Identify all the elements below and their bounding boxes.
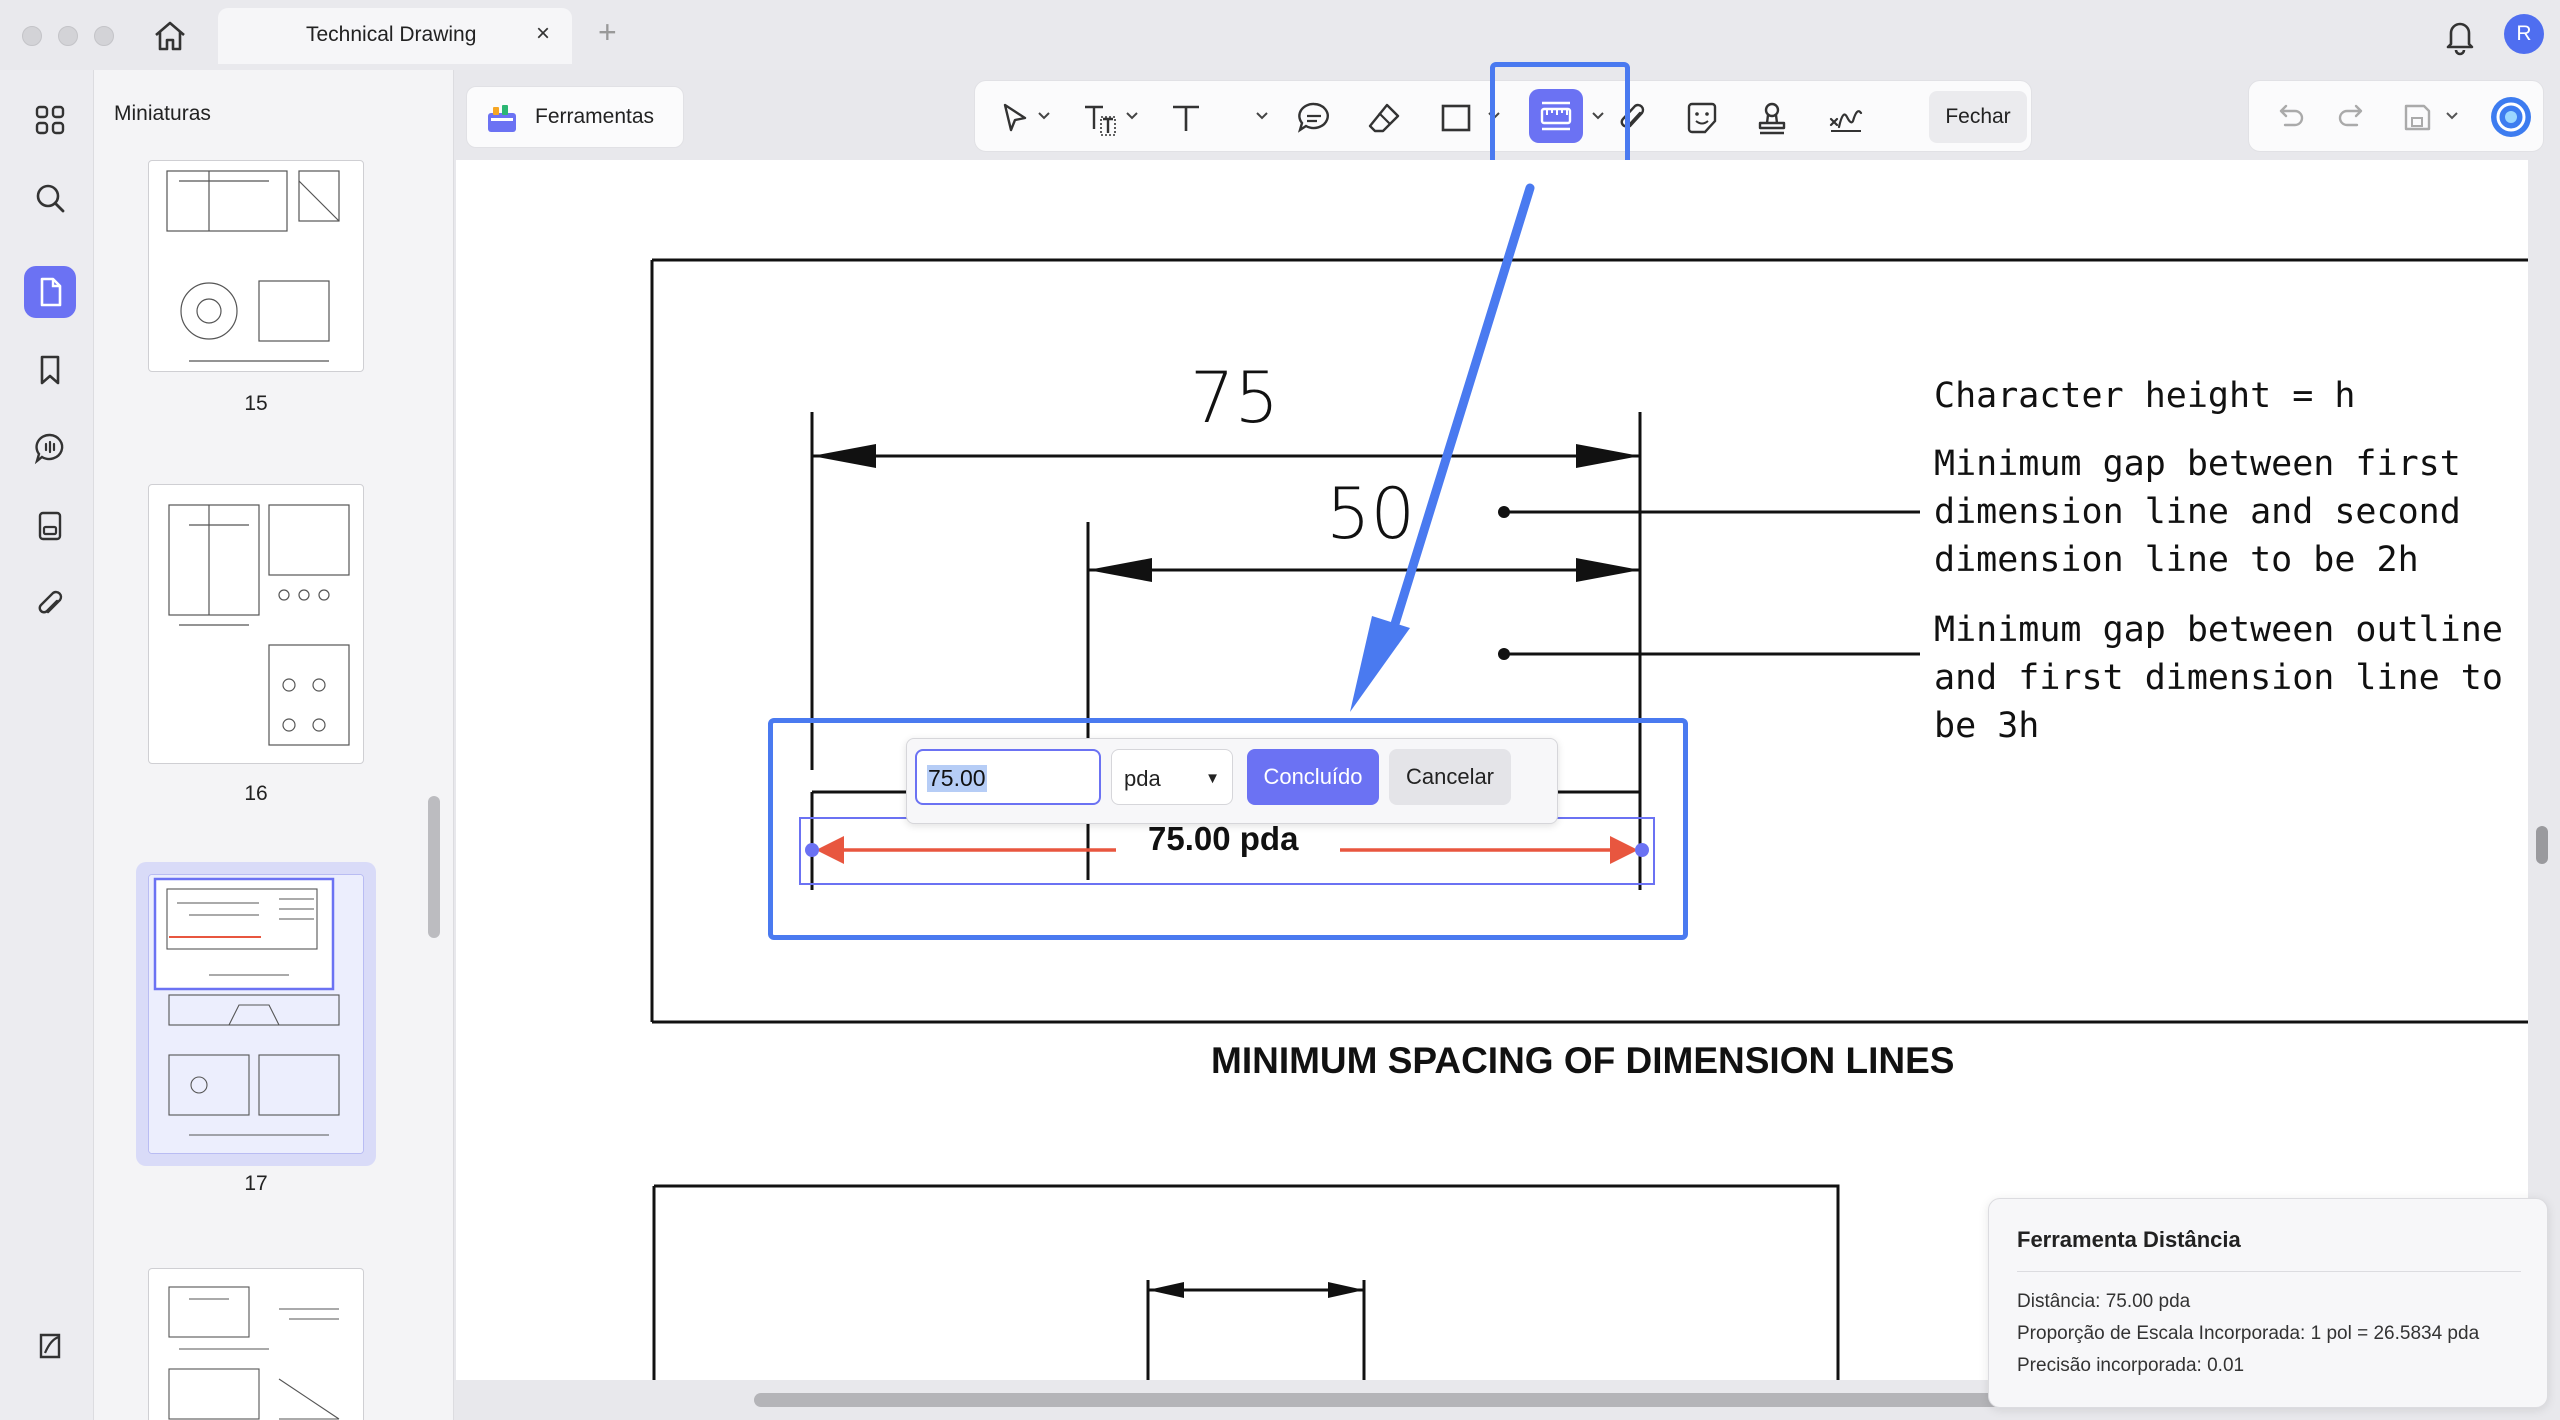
panel-divider xyxy=(2017,1271,2521,1272)
thumbnail-label-15: 15 xyxy=(244,392,268,415)
ai-assistant-icon[interactable] xyxy=(2489,95,2533,139)
distance-value: Distância: 75.00 pda xyxy=(2017,1291,2191,1312)
notification-bell-icon[interactable] xyxy=(2442,16,2478,56)
text-dropdown-icon[interactable] xyxy=(1255,109,1269,123)
zoom-window-button[interactable] xyxy=(94,26,114,46)
save-icon[interactable] xyxy=(2399,99,2435,135)
form-icon[interactable] xyxy=(24,500,76,552)
signature-icon[interactable] xyxy=(1827,99,1865,137)
layers-icon[interactable] xyxy=(24,1320,76,1372)
vertical-scrollbar[interactable] xyxy=(2536,826,2548,864)
thumbnails-title: Miniaturas xyxy=(114,102,211,125)
grid-icon[interactable] xyxy=(24,94,76,146)
comment-icon[interactable] xyxy=(1295,99,1333,137)
attachment-icon[interactable] xyxy=(24,578,76,630)
rectangle-icon[interactable] xyxy=(1437,99,1475,137)
undo-icon[interactable] xyxy=(2271,99,2307,135)
select-icon[interactable] xyxy=(995,99,1033,137)
distance-tool-panel: Ferramenta Distância Distância: 75.00 pd… xyxy=(1988,1198,2548,1408)
thumbnail-page-18[interactable] xyxy=(148,1268,364,1420)
eraser-icon[interactable] xyxy=(1365,99,1403,137)
measure-tool-highlight xyxy=(1490,62,1630,166)
thumbnail-page-17[interactable] xyxy=(148,874,364,1154)
new-tab-button[interactable]: + xyxy=(598,14,617,51)
close-tools-button[interactable]: Fechar xyxy=(1929,91,2027,143)
select-dropdown-icon[interactable] xyxy=(1037,109,1051,123)
thumbnail-label-17: 17 xyxy=(244,1172,268,1195)
tab-title: Technical Drawing xyxy=(306,23,477,46)
minimize-window-button[interactable] xyxy=(58,26,78,46)
toolbox-icon xyxy=(488,105,516,132)
redo-icon[interactable] xyxy=(2335,99,2371,135)
sticker-icon[interactable] xyxy=(1683,99,1721,137)
comment-icon[interactable] xyxy=(24,422,76,474)
thumbnails-panel: Miniaturas 15 16 17 xyxy=(94,70,454,1420)
page-icon[interactable] xyxy=(24,266,76,318)
panel-title: Ferramenta Distância xyxy=(2017,1227,2241,1252)
tools-button-label: Ferramentas xyxy=(535,105,655,128)
history-toolbar xyxy=(2248,80,2544,152)
close-window-button[interactable] xyxy=(22,26,42,46)
bookmark-icon[interactable] xyxy=(24,344,76,396)
measurement-highlight xyxy=(768,718,1688,940)
scale-ratio: Proporção de Escala Incorporada: 1 pol =… xyxy=(2017,1323,2480,1344)
text-icon[interactable] xyxy=(1167,99,1205,137)
thumbnails-scrollbar[interactable] xyxy=(428,796,440,938)
document-tab[interactable]: Technical Drawing × xyxy=(218,8,572,64)
thumbnail-page-16[interactable] xyxy=(148,484,364,764)
close-tab-icon[interactable]: × xyxy=(536,20,550,48)
stamp-icon[interactable] xyxy=(1753,99,1791,137)
thumbnail-label-16: 16 xyxy=(244,782,268,805)
left-icon-rail xyxy=(0,70,94,1420)
text-box-icon[interactable] xyxy=(1079,99,1117,137)
save-dropdown-icon[interactable] xyxy=(2445,109,2459,123)
tools-button[interactable]: Ferramentas xyxy=(466,86,684,148)
thumbnail-page-15[interactable] xyxy=(148,160,364,372)
precision-value: Precisão incorporada: 0.01 xyxy=(2017,1355,2245,1376)
home-icon[interactable] xyxy=(150,16,190,56)
text-box-dropdown-icon[interactable] xyxy=(1125,109,1139,123)
horizontal-scrollbar[interactable] xyxy=(754,1393,2054,1407)
search-icon[interactable] xyxy=(24,172,76,224)
title-bar: Technical Drawing × + R xyxy=(0,0,2560,70)
user-avatar[interactable]: R xyxy=(2504,14,2544,54)
